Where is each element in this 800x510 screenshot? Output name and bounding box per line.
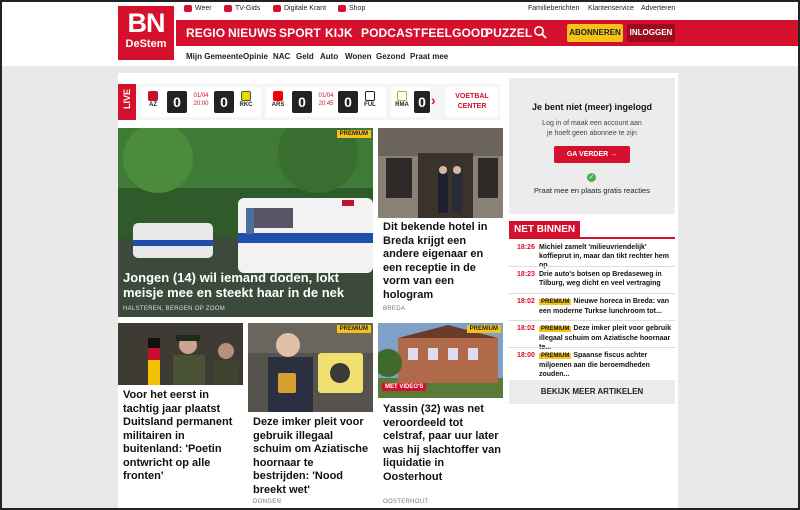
premium-badge: PREMIUM [539,326,572,332]
nav-podcast[interactable]: PODCAST [361,26,420,40]
login-subtext: je hoeft geen abonnee te zijn [547,130,637,137]
nav-nieuws[interactable]: NIEUWS [228,26,277,40]
premium-badge: PREMIUM [466,325,501,333]
team-away: RKC [237,91,255,108]
login-footer: Praat mee en plaats gratis reacties [534,186,650,195]
article-title: Voor het eerst in tachtig jaar plaatst D… [123,389,233,482]
article-title: Jongen (14) wil iemand doden, lokt meisj… [123,270,345,300]
subnav-wonen[interactable]: Wonen [345,52,372,61]
news-item[interactable]: 18:23 Drie auto's botsen op Bredaseweg i… [509,270,675,290]
club-crest-icon [397,91,407,101]
premium-badge: PREMIUM [539,299,572,305]
weather-icon [184,5,192,12]
arrow-right-icon: → [610,151,618,158]
article-location: DONGEN [253,499,282,505]
ga-verder-button[interactable]: GA VERDER → [554,146,630,163]
site-logo[interactable]: BN DeStem [118,6,174,60]
login-text: Log in of maak een account aan [542,120,642,127]
article-image [118,323,243,385]
nav-kijk[interactable]: KIJK [325,26,353,40]
digitale-krant-link[interactable]: Digitale Krant [273,5,326,12]
divider [509,266,675,267]
abonneren-button[interactable]: ABONNEREN [567,24,623,42]
team-home: AZ [144,91,162,108]
subnav-geld[interactable]: Geld [296,52,314,61]
article-title: Dit bekende hotel in Breda krijgt een an… [383,221,488,301]
nav-feelgood[interactable]: FEELGOOD [421,26,489,40]
bekijk-meer-button[interactable]: BEKIJK MEER ARTIKELEN [509,380,675,404]
search-icon[interactable] [533,25,547,39]
familieberichten-link[interactable]: Familieberichten [528,5,579,12]
live-label: LIVE [118,84,136,120]
nav-sport[interactable]: SPORT [279,26,321,40]
chevron-right-icon[interactable]: › [431,92,436,108]
tv-icon [224,5,232,12]
adverteren-link[interactable]: Adverteren [641,5,675,12]
premium-badge: PREMIUM [539,353,572,359]
news-item[interactable]: 18:02 PREMIUM Deze imker pleit voor gebru… [509,324,675,351]
tvgids-link[interactable]: TV-Gids [224,5,260,12]
article-image [378,128,503,218]
subnav-praat-mee[interactable]: Praat mee [410,52,448,61]
article-military[interactable]: Voor het eerst in tachtig jaar plaatst D… [118,323,243,510]
article-location: BREDA [383,306,406,312]
team-home: ARS [269,91,287,108]
away-score: 0 [338,91,358,113]
away-score: 0 [214,91,234,113]
premium-badge: PREMIUM [336,325,371,333]
newspaper-icon [273,5,281,12]
news-item[interactable]: 18:02 PREMIUM Nieuwe horeca in Breda: van… [509,297,675,317]
article-image [248,323,373,412]
subnav-gezond[interactable]: Gezond [376,52,405,61]
club-crest-icon [241,91,251,101]
divider [509,320,675,321]
article-hotel[interactable]: Dit bekende hotel in Breda krijgt een an… [378,128,503,317]
news-item[interactable]: 18:26 Michiel zamelt 'milieuvriendelijk'… [509,243,675,269]
article-location: OOSTERHOUT [383,499,429,505]
article-title: Yassin (32) was net veroordeeld tot cels… [383,403,501,483]
login-title: Je bent niet (meer) ingelogd [531,102,652,112]
subnav-nac[interactable]: NAC [273,52,290,61]
home-score: 0 [167,91,187,113]
nav-puzzel[interactable]: PUZZEL [485,26,532,40]
match-time: 01/04 20:00 [193,93,209,107]
match-time: 01/04 20:45 [318,93,334,107]
shop-link[interactable]: Shop [338,5,365,12]
news-item[interactable]: 18:00 PREMIUM Spaanse fiscus achter miljoe… [509,351,675,378]
weer-link[interactable]: Weer [184,5,212,12]
club-crest-icon [148,91,158,101]
article-location: HALSTEREN, BERGEN OP ZOOM [123,306,226,312]
divider [509,347,675,348]
divider [509,237,675,239]
premium-badge: PREMIUM [336,130,371,138]
home-score: 0 [292,91,312,113]
klantenservice-link[interactable]: Klantenservice [588,5,634,12]
subnav-opinie[interactable]: Opinie [243,52,268,61]
voetbal-center-link[interactable]: VOETBAL CENTER [446,87,498,117]
article-main[interactable]: PREMIUM Jongen (14) wil iemand doden, lo… [118,128,373,317]
divider [509,293,675,294]
club-crest-icon [365,91,375,101]
net-binnen-heading: NET BINNEN [509,221,581,238]
team-home: RMA [393,91,411,108]
subnav-mijn-gemeente[interactable]: Mijn Gemeente [186,52,243,61]
home-score: 0 [414,91,430,113]
club-crest-icon [273,91,283,101]
article-imker[interactable]: PREMIUM Deze imker pleit voor gebruik il… [248,323,373,510]
article-yassin[interactable]: PREMIUM MET VIDEO'S Yassin (32) was net … [378,323,503,510]
cart-icon [338,5,346,12]
inloggen-button[interactable]: INLOGGEN [627,24,675,42]
check-icon: ✓ [587,173,596,182]
article-title: Deze imker pleit voor gebruik illegaal s… [253,416,369,496]
nav-regio[interactable]: REGIO [186,26,225,40]
subnav-auto[interactable]: Auto [320,52,338,61]
team-away: FUL [361,91,379,108]
video-badge: MET VIDEO'S [382,383,427,391]
login-panel: Je bent niet (meer) ingelogd Log in of m… [509,78,675,214]
